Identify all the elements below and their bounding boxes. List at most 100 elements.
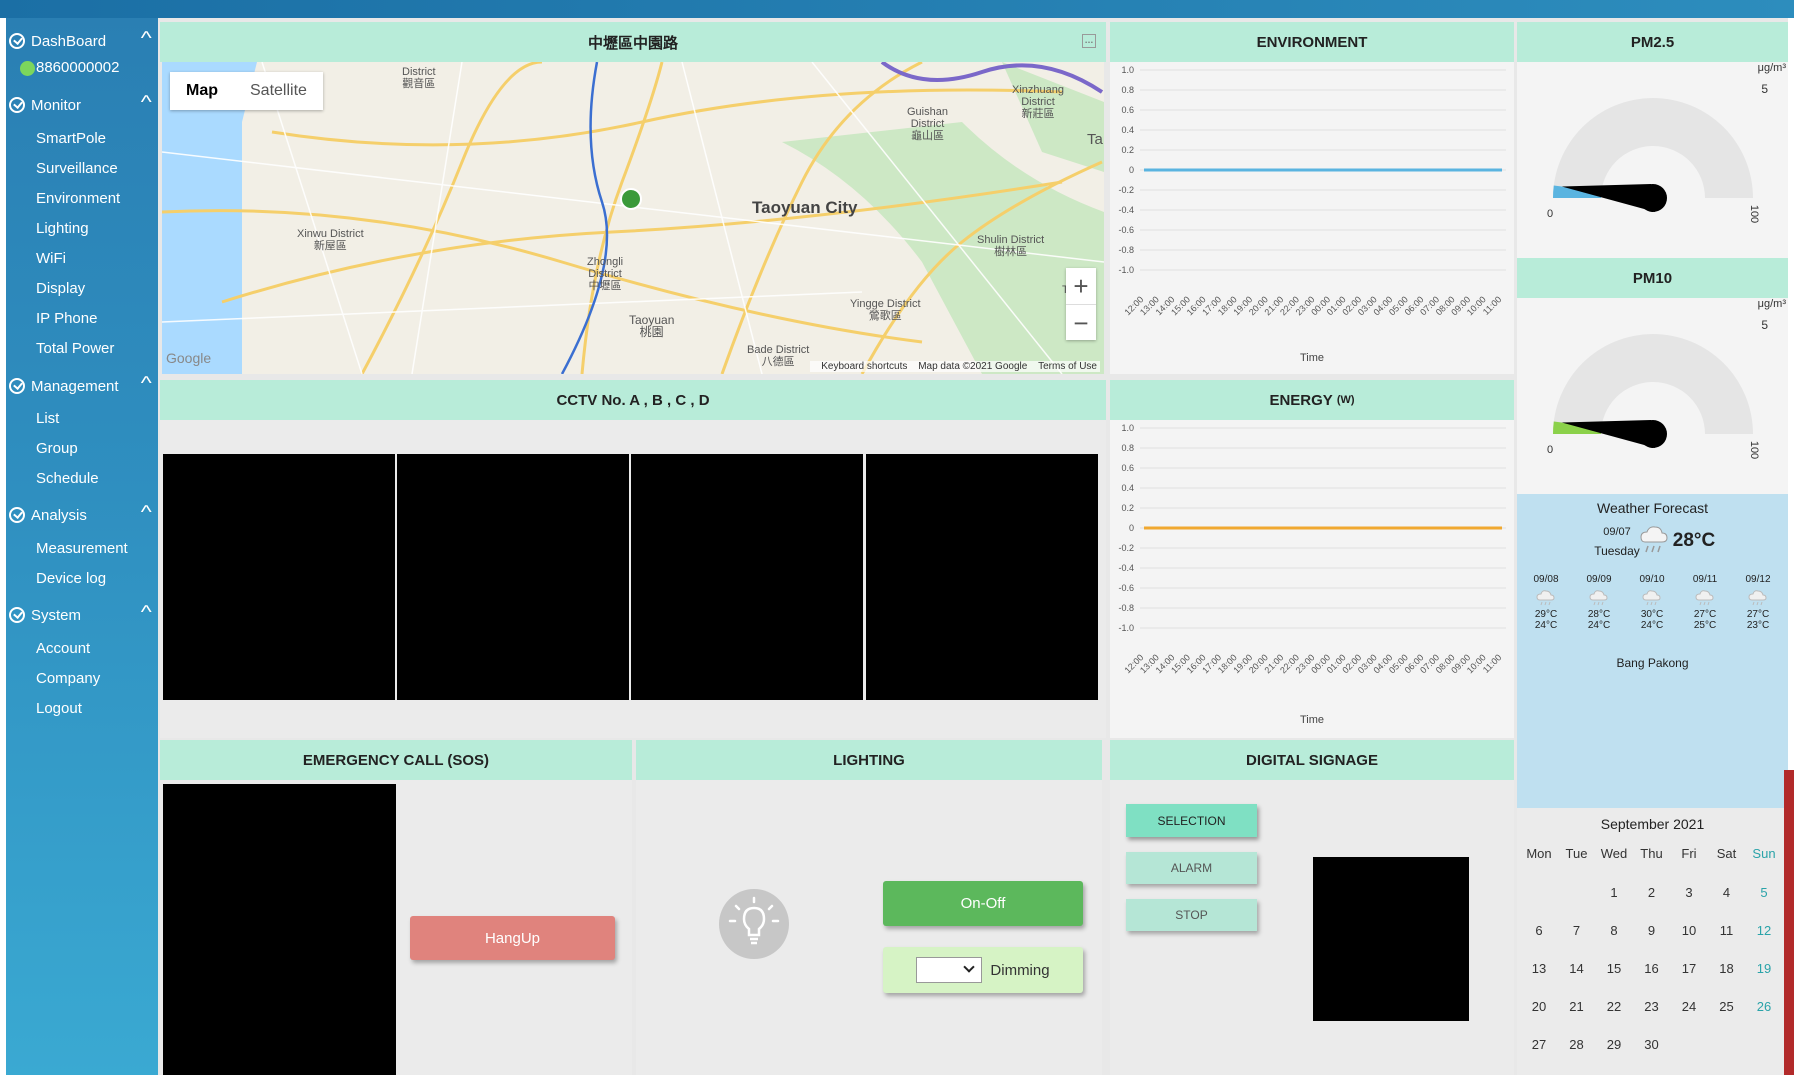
weather-location: Bang Pakong [1616,656,1689,670]
cctv-feed-b[interactable] [397,454,629,700]
chevron-up-icon[interactable]: ^ [140,373,151,394]
map-keyboard-shortcuts[interactable]: Keyboard shortcuts [821,361,907,372]
environment-xlabel: Time [1299,352,1325,364]
calendar-day[interactable]: 11 [1709,923,1745,938]
calendar-day[interactable]: 24 [1671,999,1707,1014]
selection-button[interactable]: SELECTION [1126,804,1257,837]
energy-y-tick: 0.6 [1121,463,1134,473]
cctv-feed-d[interactable] [866,454,1098,700]
device-id[interactable]: 8860000002 [36,59,119,76]
calendar-day[interactable]: 17 [1671,961,1707,976]
nav-smartpole[interactable]: SmartPole [36,130,106,147]
nav-list[interactable]: List [36,410,59,427]
nav-schedule[interactable]: Schedule [36,470,99,487]
energy-chart: 1.0 0.8 0.6 0.4 0.2 0 -0.2 -0.4 -0.6 -0.8 -1.0 12:0… [1110,420,1514,738]
pm25-max-label: 100 [1748,204,1761,224]
nav-total-power[interactable]: Total Power [36,340,114,357]
zoom-in-button[interactable]: + [1066,268,1096,304]
energy-y-tick: 0 [1129,523,1134,533]
nav-analysis-label: Analysis [31,506,87,524]
nav-lighting[interactable]: Lighting [36,220,89,237]
chevron-up-icon[interactable]: ^ [140,502,151,523]
nav-dashboard[interactable]: DashBoard ^ [6,28,158,54]
pm10-gauge-area: μg/m³ 5 0 100 [1517,298,1788,494]
nav-device-log[interactable]: Device log [36,570,106,587]
calendar-day[interactable]: 2 [1634,885,1670,900]
pole-marker-icon[interactable] [620,188,642,210]
pm10-title: PM10 [1632,269,1673,287]
nav-account[interactable]: Account [36,640,90,657]
chevron-up-icon[interactable]: ^ [140,602,151,623]
nav-measurement[interactable]: Measurement [36,540,128,557]
pm25-gauge-hub [1639,184,1667,212]
calendar-day[interactable]: 22 [1596,999,1632,1014]
pm10-unit: μg/m³ [1757,298,1786,310]
forecast-date: 09/12 [1745,574,1771,585]
cctv-feed-c[interactable] [631,454,863,700]
calendar-day[interactable]: 18 [1709,961,1745,976]
calendar-day[interactable]: 7 [1559,923,1595,938]
map-type-satellite[interactable]: Satellite [234,72,323,110]
calendar-day[interactable]: 30 [1634,1037,1670,1052]
device-status-dot [20,61,35,76]
nav-logout[interactable]: Logout [36,700,82,717]
map-label-shulin: Shulin District 樹林區 [977,234,1045,258]
calendar-day[interactable]: 19 [1746,961,1782,976]
map-label-zhongli: Zhongli District 中壢區 [587,256,624,292]
calendar-day[interactable]: 14 [1559,961,1595,976]
calendar-day[interactable]: 29 [1596,1037,1632,1052]
calendar-day[interactable]: 5 [1746,885,1782,900]
google-logo: Google [166,350,212,366]
nav-monitor[interactable]: Monitor ^ [6,92,158,118]
calendar-day[interactable]: 4 [1709,885,1745,900]
env-x-tick: 11:00 [1481,294,1504,317]
calendar-day[interactable]: 10 [1671,923,1707,938]
map-label-taoyuan: Taoyuan 桃園 [629,313,675,339]
calendar-day[interactable]: 15 [1596,961,1632,976]
calendar-day[interactable]: 3 [1671,885,1707,900]
calendar-day[interactable]: 13 [1521,961,1557,976]
weather-today-day: Tuesday [1594,544,1640,558]
zoom-out-button[interactable]: − [1066,304,1096,340]
hangup-button[interactable]: HangUp [410,916,615,960]
calendar-day[interactable]: 12 [1746,923,1782,938]
forecast-day: 09/12 27°C 23°C [1733,574,1783,631]
nav-environment[interactable]: Environment [36,190,120,207]
cctv-feed-a[interactable] [163,454,395,700]
nav-surveillance[interactable]: Surveillance [36,160,118,177]
nav-analysis[interactable]: Analysis ^ [6,502,158,528]
stop-button[interactable]: STOP [1126,899,1257,931]
dimming-select[interactable] [916,957,983,983]
nav-management[interactable]: Management ^ [6,373,158,399]
circle-check-icon [9,33,25,49]
calendar-day[interactable]: 1 [1596,885,1632,900]
nav-company[interactable]: Company [36,670,100,687]
map-view[interactable]: Map Satellite Taoyuan City Xinwu Distric… [162,62,1104,374]
calendar-day[interactable]: 6 [1521,923,1557,938]
calendar-day[interactable]: 21 [1559,999,1595,1014]
nav-system[interactable]: System ^ [6,602,158,628]
nav-ip-phone[interactable]: IP Phone [36,310,97,327]
calendar-day[interactable]: 20 [1521,999,1557,1014]
calendar-day[interactable]: 9 [1634,923,1670,938]
calendar-day[interactable]: 28 [1559,1037,1595,1052]
energy-xlabel: Time [1299,714,1325,726]
map-terms-link[interactable]: Terms of Use [1038,361,1097,372]
calendar-day[interactable]: 8 [1596,923,1632,938]
calendar-day[interactable]: 27 [1521,1037,1557,1052]
calendar-day[interactable]: 25 [1709,999,1745,1014]
calendar-day[interactable]: 16 [1634,961,1670,976]
calendar-day[interactable]: 23 [1634,999,1670,1014]
calendar-day[interactable]: 26 [1746,999,1782,1014]
nav-group[interactable]: Group [36,440,78,457]
alarm-button[interactable]: ALARM [1126,852,1257,884]
sos-video-feed[interactable] [163,784,396,1075]
nav-display[interactable]: Display [36,280,85,297]
on-off-button[interactable]: On-Off [883,881,1083,926]
chevron-up-icon[interactable]: ^ [140,28,151,49]
signage-display[interactable] [1313,857,1469,1021]
chevron-up-icon[interactable]: ^ [140,92,151,113]
fullscreen-icon[interactable]: … [1082,34,1096,48]
nav-wifi[interactable]: WiFi [36,250,66,267]
map-type-map[interactable]: Map [170,72,234,110]
